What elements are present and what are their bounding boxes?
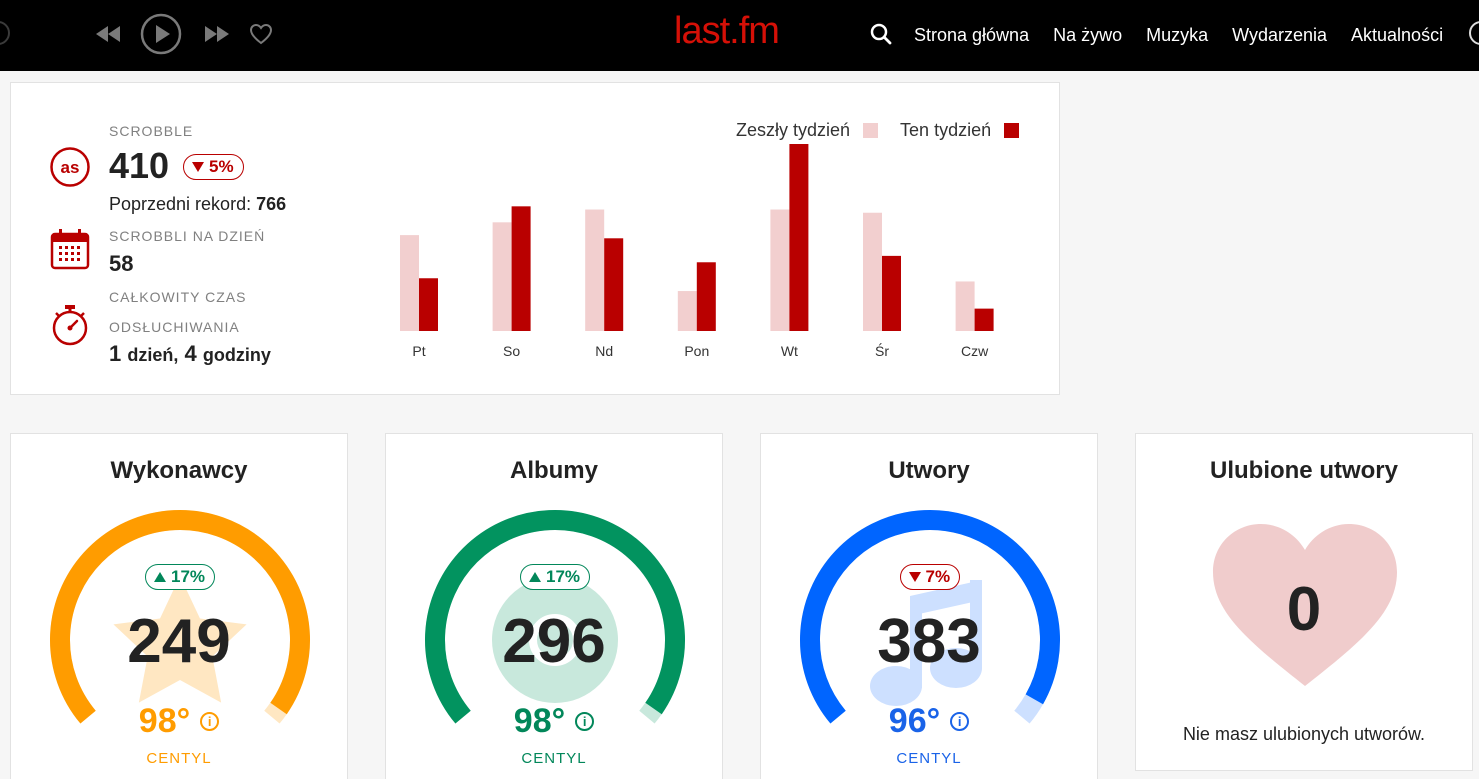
x-tick-label: Pon bbox=[684, 343, 709, 359]
weekly-summary-card: as SCROBBLE 410 5% Poprzedni rekord: 766… bbox=[10, 82, 1060, 395]
x-tick-label: So bbox=[503, 343, 520, 359]
bar-so-last-week[interactable] bbox=[492, 222, 512, 331]
up-arrow-icon bbox=[154, 572, 166, 582]
nav-live[interactable]: Na żywo bbox=[1053, 25, 1122, 46]
favorite-tracks-card[interactable]: Ulubione utwory 0 Nie masz ulubionych ut… bbox=[1135, 433, 1473, 771]
change-badge: 17% bbox=[520, 564, 591, 590]
info-icon[interactable]: i bbox=[950, 712, 970, 731]
x-tick-label: Pt bbox=[412, 343, 425, 359]
favorite-tracks-title: Ulubione utwory bbox=[1210, 457, 1398, 484]
percentile-label: CENTYL bbox=[146, 750, 212, 767]
fast-forward-icon bbox=[205, 26, 229, 42]
percentile-number: 98° bbox=[513, 702, 566, 740]
bar-nd-this-week[interactable] bbox=[604, 238, 624, 331]
stat-value: 383 bbox=[877, 607, 981, 676]
bar-nd-last-week[interactable] bbox=[585, 209, 605, 331]
bar-pon-this-week[interactable] bbox=[696, 262, 716, 331]
next-track-button[interactable] bbox=[203, 12, 231, 56]
change-value: 7% bbox=[925, 567, 951, 586]
nav-events[interactable]: Wydarzenia bbox=[1232, 25, 1327, 46]
x-tick-label: Śr bbox=[875, 342, 889, 359]
bar-wt-this-week[interactable] bbox=[789, 144, 809, 331]
x-tick-label: Czw bbox=[961, 343, 989, 359]
favorite-tracks-count: 0 bbox=[1286, 575, 1322, 644]
bar-pt-this-week[interactable] bbox=[419, 278, 438, 331]
previous-track-button[interactable] bbox=[94, 12, 122, 56]
love-track-button[interactable] bbox=[249, 12, 273, 56]
rewind-icon bbox=[96, 26, 120, 42]
top-bar: last.fm Strona główna Na żywo Muzyka Wyd… bbox=[0, 0, 1479, 71]
percentile-value: 98° i bbox=[386, 702, 722, 741]
percentile-number: 96° bbox=[888, 702, 941, 740]
percentile-label: CENTYL bbox=[521, 750, 587, 767]
info-icon[interactable]: i bbox=[200, 712, 220, 731]
play-button[interactable] bbox=[140, 12, 182, 56]
search-button[interactable] bbox=[870, 23, 892, 50]
change-badge: 7% bbox=[899, 564, 961, 590]
bar-śr-this-week[interactable] bbox=[882, 255, 901, 331]
no-favorites-message: Nie masz ulubionych utworów. bbox=[1182, 724, 1426, 744]
edge-button-left[interactable] bbox=[0, 21, 10, 45]
nav-home[interactable]: Strona główna bbox=[914, 25, 1029, 46]
info-icon[interactable]: i bbox=[575, 712, 595, 731]
percentile-label: CENTYL bbox=[896, 750, 962, 767]
nav-news[interactable]: Aktualności bbox=[1351, 25, 1443, 46]
weekly-bar-chart: Pt So Nd Pon Wt Śr Czw bbox=[400, 144, 994, 359]
percentile-value: 98° i bbox=[11, 702, 347, 741]
up-arrow-icon bbox=[529, 572, 541, 582]
bar-pt-last-week[interactable] bbox=[400, 235, 419, 331]
change-badge: 17% bbox=[145, 564, 216, 590]
x-tick-label: Nd bbox=[595, 343, 613, 359]
main-nav: Strona główna Na żywo Muzyka Wydarzenia … bbox=[902, 0, 1455, 71]
albums-card[interactable]: Albumy 17% 296 98° i CENTYL bbox=[385, 433, 723, 779]
lastfm-logo[interactable]: last.fm bbox=[674, 10, 780, 53]
bar-czw-this-week[interactable] bbox=[974, 308, 994, 331]
play-icon bbox=[140, 13, 182, 55]
bar-czw-last-week[interactable] bbox=[955, 281, 975, 331]
percentile-value: 96° i bbox=[761, 702, 1097, 741]
bar-pon-last-week[interactable] bbox=[677, 291, 697, 331]
change-value: 17% bbox=[546, 567, 581, 586]
tracks-card[interactable]: Utwory 7% 383 96° i CENTYL bbox=[760, 433, 1098, 779]
stat-value: 296 bbox=[502, 607, 606, 676]
bar-wt-last-week[interactable] bbox=[770, 209, 790, 331]
down-arrow-icon bbox=[908, 572, 921, 582]
artists-card[interactable]: Wykonawcy 17% 249 98° i CENTYL bbox=[10, 433, 348, 779]
edge-button-right[interactable] bbox=[1469, 21, 1479, 45]
change-value: 17% bbox=[171, 567, 206, 586]
heart-outline-icon bbox=[249, 23, 273, 45]
percentile-number: 98° bbox=[138, 702, 191, 740]
stat-value: 249 bbox=[127, 607, 231, 676]
bar-śr-last-week[interactable] bbox=[863, 212, 882, 331]
bar-so-this-week[interactable] bbox=[511, 206, 531, 331]
search-icon bbox=[870, 23, 892, 45]
x-tick-label: Wt bbox=[781, 343, 798, 359]
nav-music[interactable]: Muzyka bbox=[1146, 25, 1208, 46]
